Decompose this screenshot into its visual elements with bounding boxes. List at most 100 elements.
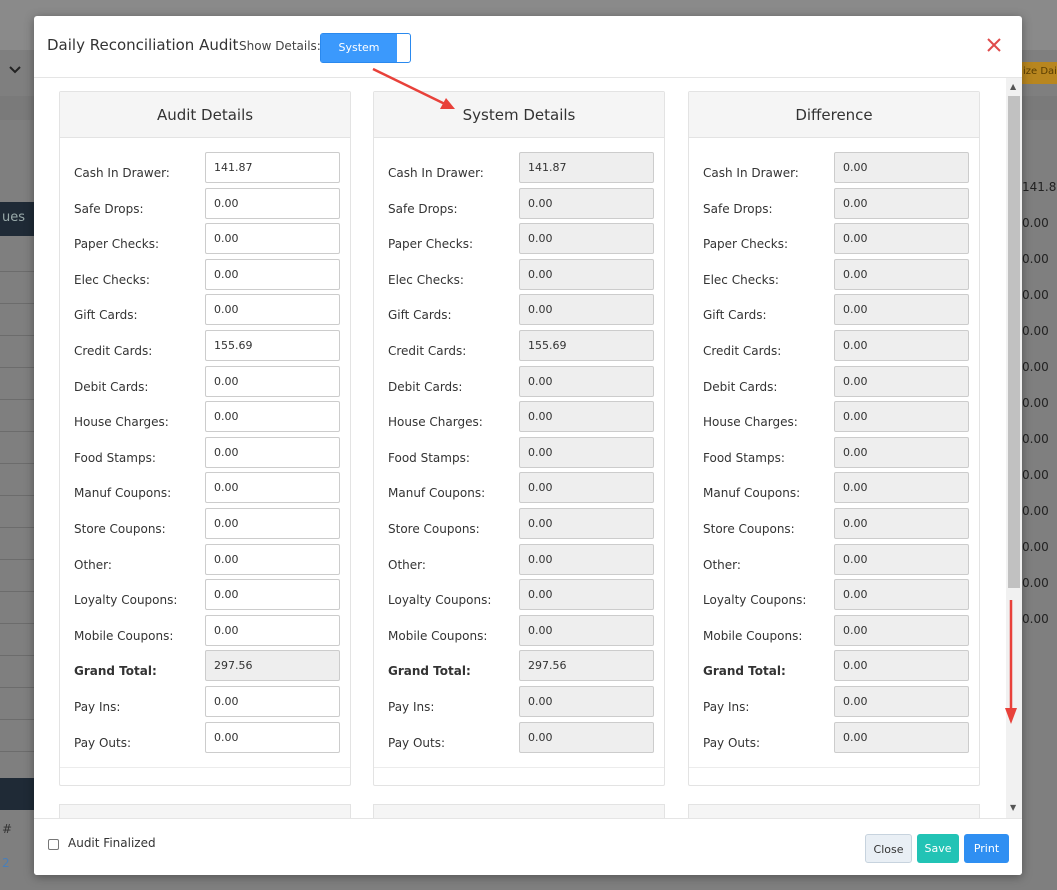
amount-field[interactable]: 0.00 (205, 685, 340, 717)
difference-panel: Difference Cash In Drawer: 0.00 Safe Drops:… (688, 91, 980, 786)
field-label: Pay Ins: (703, 699, 750, 714)
field-row: Elec Checks: 0.00 (689, 258, 979, 295)
amount-field: 0.00 (519, 472, 654, 504)
amount-field: 0.00 (519, 543, 654, 575)
field-label: Elec Checks: (703, 272, 779, 287)
amount-field: 0.00 (519, 187, 654, 219)
field-label: Paper Checks: (388, 237, 474, 252)
next-panel-header (59, 804, 351, 818)
field-label: Cash In Drawer: (388, 166, 484, 180)
field-row: Credit Cards: 155.69 (60, 329, 350, 366)
field-label: Mobile Coupons: (74, 628, 174, 643)
field-label: Mobile Coupons: (388, 628, 488, 643)
field-label: Pay Ins: (388, 699, 435, 714)
field-label: Pay Outs: (703, 735, 761, 750)
modal-header: Daily Reconciliation Audit Show Details:… (34, 16, 1022, 78)
audit-details-panel: Audit Details Cash In Drawer: 141.87 Safe D… (59, 91, 351, 786)
field-label: Manuf Coupons: (703, 486, 801, 501)
field-row: Mobile Coupons: 0.00 (689, 614, 979, 651)
next-panel-header (373, 804, 665, 818)
background-footer-bar (0, 778, 36, 810)
field-row: Debit Cards: 0.00 (374, 365, 664, 402)
field-label: Grand Total: (388, 664, 471, 679)
amount-field: 0.00 (519, 223, 654, 255)
panel-title: Difference (689, 92, 979, 138)
amount-field: 0.00 (834, 187, 969, 219)
field-row: Loyalty Coupons: 0.00 (60, 579, 350, 615)
close-button[interactable]: Close (865, 834, 912, 863)
amount-field[interactable]: 0.00 (205, 721, 340, 753)
scroll-up-icon[interactable]: ▲ (1010, 82, 1016, 91)
amount-field[interactable]: 0.00 (205, 543, 340, 575)
field-label: Debit Cards: (74, 379, 149, 394)
amount-field: 0.00 (834, 472, 969, 504)
amount-field: 0.00 (834, 507, 969, 539)
amount-field[interactable]: 0.00 (205, 294, 340, 326)
field-label: Loyalty Coupons: (74, 593, 178, 608)
field-label: Cash In Drawer: (703, 166, 799, 180)
audit-finalized-checkbox[interactable] (48, 839, 59, 850)
background-values: 141.87 0.00 0.00 0.00 0.00 0.00 0.00 0.00 0.00 0.… (1022, 180, 1057, 648)
field-row: Grand Total: 0.00 (689, 650, 979, 686)
amount-field: 0.00 (519, 614, 654, 646)
background-value: 0.00 (1022, 612, 1049, 626)
next-panel-header (688, 804, 980, 818)
field-label: Other: (703, 557, 741, 572)
field-label: Other: (74, 557, 112, 572)
field-label: House Charges: (74, 415, 169, 430)
field-row: Mobile Coupons: 0.00 (60, 614, 350, 651)
amount-field[interactable]: 0.00 (205, 614, 340, 646)
print-button[interactable]: Print (964, 834, 1009, 863)
amount-field[interactable]: 0.00 (205, 579, 340, 611)
field-row: Pay Ins: 0.00 (374, 685, 664, 722)
panel-footer (60, 767, 350, 785)
field-label: Grand Total: (703, 664, 786, 679)
amount-field[interactable]: 0.00 (205, 258, 340, 290)
field-row: Gift Cards: 0.00 (689, 294, 979, 330)
background-value: 0.00 (1022, 576, 1049, 590)
field-label: Debit Cards: (388, 379, 463, 394)
background-value: 0.00 (1022, 252, 1049, 266)
field-row: Pay Outs: 0.00 (60, 721, 350, 758)
background-value: 0.00 (1022, 432, 1049, 446)
amount-field[interactable]: 141.87 (205, 152, 340, 183)
vertical-scrollbar[interactable]: ▲ ▼ (1006, 78, 1022, 818)
close-icon[interactable] (984, 35, 1004, 55)
field-label: Food Stamps: (388, 450, 470, 465)
field-row: Pay Outs: 0.00 (374, 721, 664, 758)
amount-field: 0.00 (834, 614, 969, 646)
amount-field[interactable]: 0.00 (205, 436, 340, 468)
scroll-down-icon[interactable]: ▼ (1010, 803, 1016, 812)
amount-field[interactable]: 0.00 (205, 187, 340, 219)
show-details-toggle[interactable]: System (320, 33, 411, 63)
panel-rows: Cash In Drawer: 141.87 Safe Drops: 0.00 Pape… (60, 138, 350, 757)
scrollbar-thumb[interactable] (1008, 96, 1020, 588)
field-row: Manuf Coupons: 0.00 (689, 472, 979, 508)
amount-field[interactable]: 0.00 (205, 401, 340, 433)
panel-title: Audit Details (60, 92, 350, 138)
field-row: Elec Checks: 0.00 (60, 258, 350, 295)
field-label: Safe Drops: (388, 201, 458, 216)
save-button[interactable]: Save (917, 834, 959, 863)
amount-field[interactable]: 155.69 (205, 329, 340, 361)
background-value: 0.00 (1022, 504, 1049, 518)
background-link: 2 (2, 856, 10, 870)
amount-field[interactable]: 0.00 (205, 472, 340, 504)
amount-field: 0.00 (834, 650, 969, 682)
field-label: Grand Total: (74, 664, 157, 679)
field-label: Store Coupons: (703, 521, 795, 536)
field-row: House Charges: 0.00 (60, 401, 350, 437)
field-label: Manuf Coupons: (388, 486, 486, 501)
amount-field[interactable]: 0.00 (205, 365, 340, 397)
field-label: Safe Drops: (703, 201, 773, 216)
field-label: Gift Cards: (388, 308, 452, 323)
field-row: Safe Drops: 0.00 (60, 187, 350, 224)
modal-title: Daily Reconciliation Audit (47, 36, 239, 54)
amount-field[interactable]: 0.00 (205, 507, 340, 539)
audit-finalized-label[interactable]: Audit Finalized (68, 836, 156, 850)
field-label: Mobile Coupons: (703, 628, 803, 643)
field-label: Cash In Drawer: (74, 166, 170, 180)
background-rows (0, 240, 36, 752)
background-tab: ues (0, 202, 36, 236)
amount-field[interactable]: 0.00 (205, 223, 340, 255)
